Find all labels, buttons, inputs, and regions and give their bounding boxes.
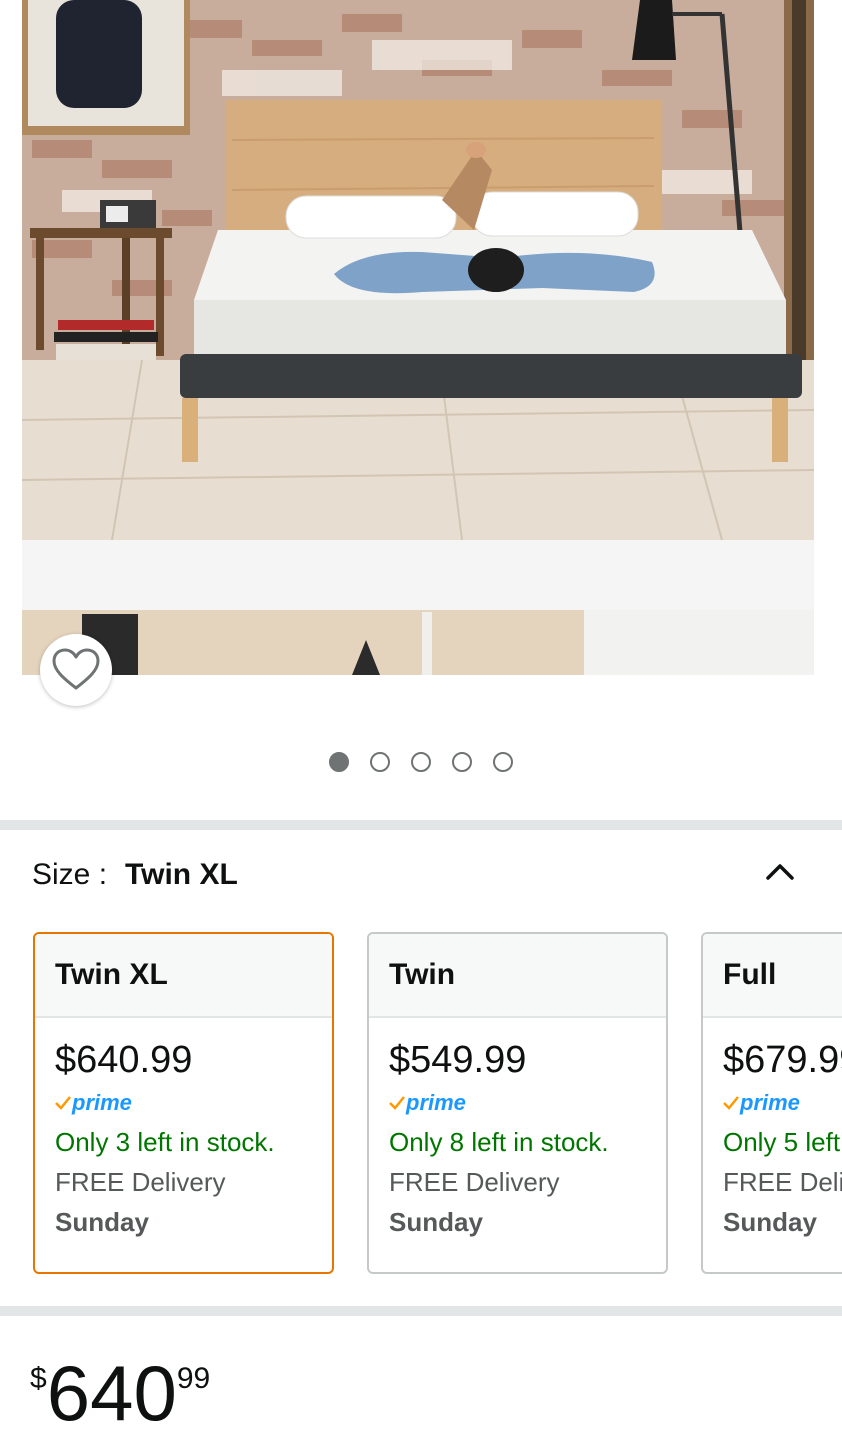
size-header: Size : Twin XL bbox=[32, 858, 238, 892]
prime-label: prime bbox=[740, 1090, 800, 1115]
delivery-day: Sunday bbox=[389, 1207, 483, 1237]
carousel-dot-2[interactable] bbox=[370, 752, 390, 772]
prime-check-icon bbox=[389, 1096, 405, 1110]
image-carousel-dots bbox=[329, 752, 513, 772]
heart-outline-icon bbox=[52, 648, 100, 690]
size-option-twin-xl[interactable]: Twin XL $640.99 prime Only 3 left in sto… bbox=[33, 932, 334, 1274]
selected-size-value: Twin XL bbox=[125, 858, 238, 891]
wishlist-button[interactable] bbox=[40, 634, 112, 706]
delivery-text: FREE Delivery bbox=[55, 1167, 226, 1197]
size-option-full[interactable]: Full $679.99 prime Only 5 left in stock.… bbox=[701, 932, 842, 1274]
delivery-text: FREE Delivery bbox=[723, 1167, 842, 1197]
carousel-dot-5[interactable] bbox=[493, 752, 513, 772]
chevron-up-icon bbox=[766, 864, 794, 880]
prime-check-icon bbox=[55, 1096, 71, 1110]
size-option-price: $640.99 bbox=[55, 1039, 193, 1081]
size-option-name: Twin XL bbox=[35, 934, 332, 1018]
size-option-name: Full bbox=[703, 934, 842, 1018]
size-label: Size : bbox=[32, 858, 108, 891]
carousel-dot-4[interactable] bbox=[452, 752, 472, 772]
stock-status: Only 5 left in stock. bbox=[723, 1127, 842, 1157]
size-option-twin[interactable]: Twin $549.99 prime Only 8 left in stock.… bbox=[367, 932, 668, 1274]
product-photo bbox=[22, 0, 814, 675]
stock-status: Only 3 left in stock. bbox=[55, 1127, 275, 1157]
prime-label: prime bbox=[72, 1090, 132, 1115]
prime-badge: prime bbox=[389, 1090, 666, 1116]
size-option-name: Twin bbox=[369, 934, 666, 1018]
delivery-text: FREE Delivery bbox=[389, 1167, 560, 1197]
carousel-dot-1[interactable] bbox=[329, 752, 349, 772]
product-image[interactable] bbox=[22, 0, 814, 675]
collapse-size-button[interactable] bbox=[760, 852, 800, 892]
size-option-price: $679.99 bbox=[723, 1039, 842, 1081]
product-price: $ 640 99 bbox=[30, 1352, 210, 1434]
delivery-day: Sunday bbox=[55, 1207, 149, 1237]
prime-badge: prime bbox=[55, 1090, 332, 1116]
prime-check-icon bbox=[723, 1096, 739, 1110]
price-whole: 640 bbox=[46, 1349, 177, 1437]
prime-label: prime bbox=[406, 1090, 466, 1115]
section-divider bbox=[0, 1306, 842, 1316]
stock-status: Only 8 left in stock. bbox=[389, 1127, 609, 1157]
delivery-day: Sunday bbox=[723, 1207, 817, 1237]
price-currency-symbol: $ bbox=[30, 1362, 47, 1395]
price-fraction: 99 bbox=[176, 1362, 211, 1395]
size-option-price: $549.99 bbox=[389, 1039, 527, 1081]
carousel-dot-3[interactable] bbox=[411, 752, 431, 772]
section-divider bbox=[0, 820, 842, 830]
prime-badge: prime bbox=[723, 1090, 842, 1116]
